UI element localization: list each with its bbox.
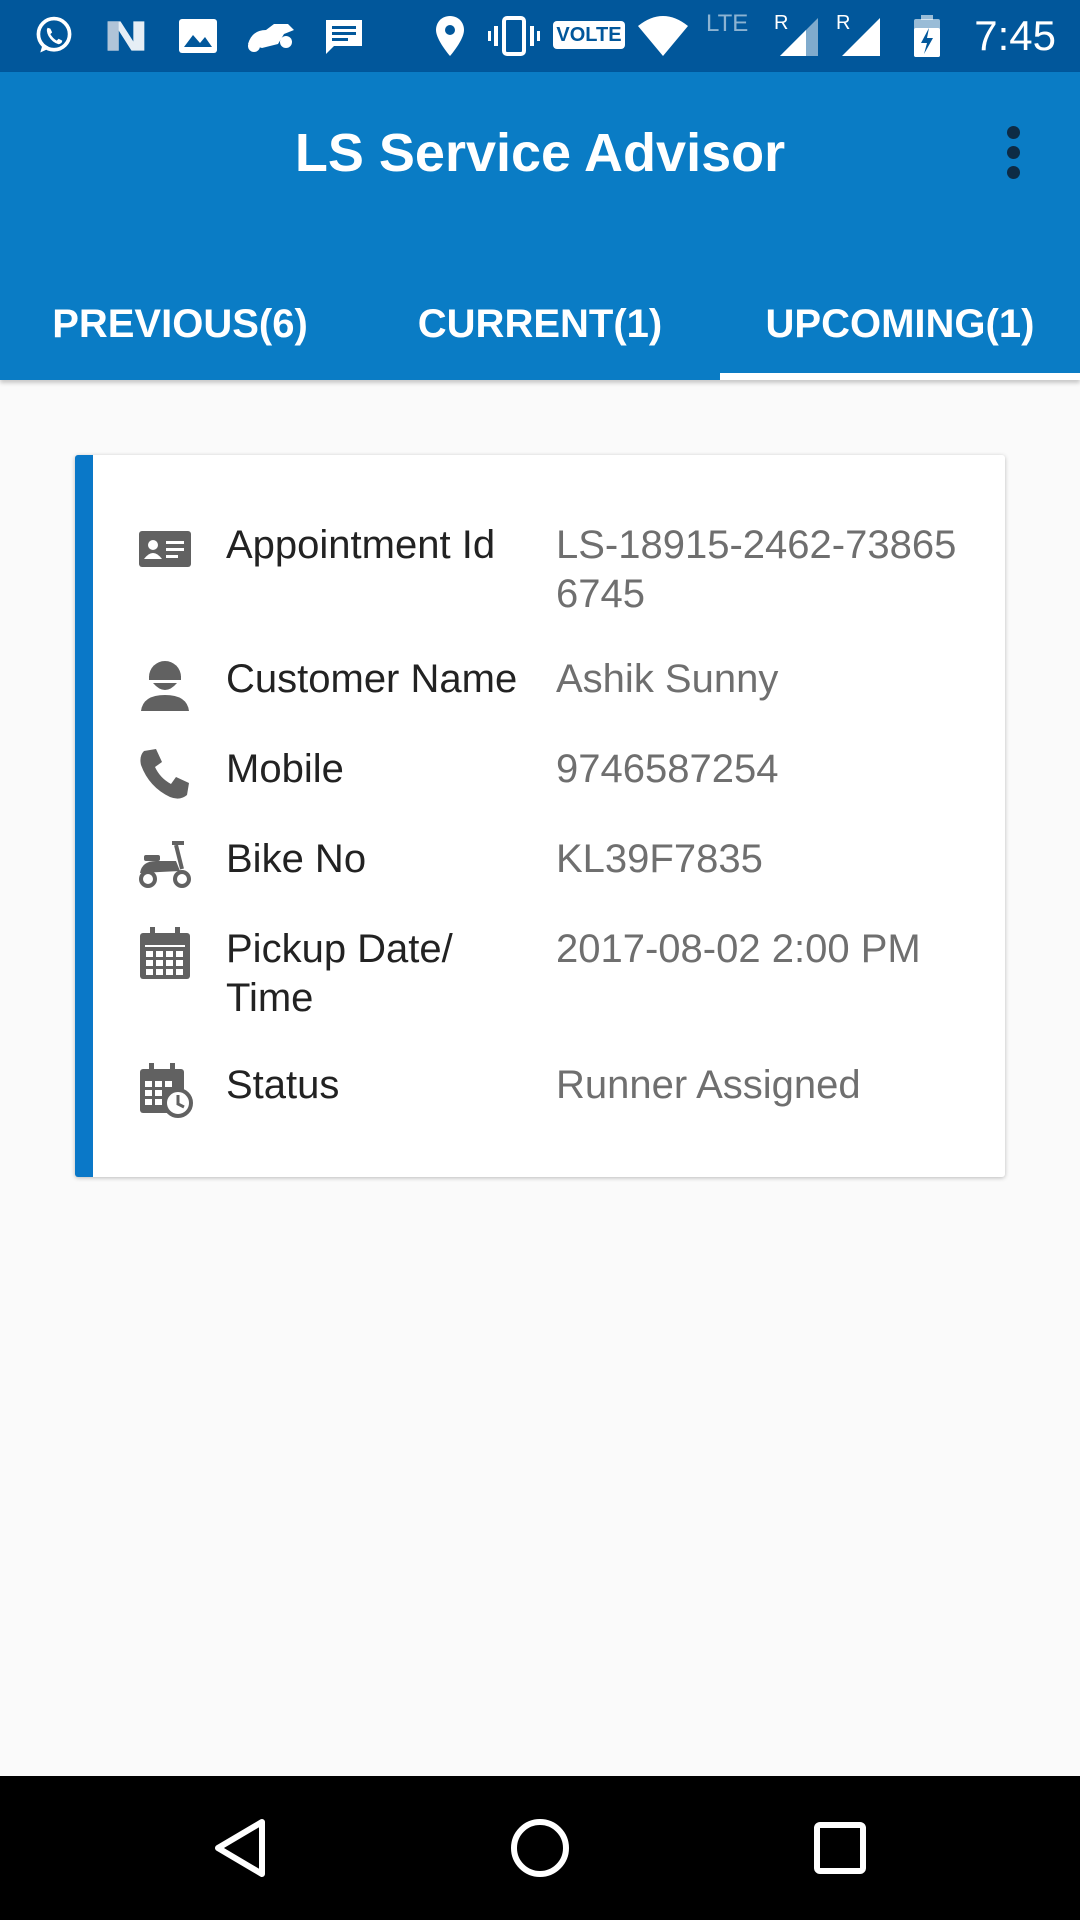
appointment-card[interactable]: Appointment Id LS-18915-2462-738656745 C… (75, 455, 1005, 1177)
wifi-icon (638, 16, 688, 56)
signal-icon (842, 18, 880, 56)
calendar-clock-icon (140, 1063, 193, 1118)
more-vert-icon[interactable] (990, 122, 1038, 182)
id-card-icon (139, 531, 191, 567)
calendar-icon (140, 927, 190, 979)
clock: 7:45 (974, 12, 1056, 59)
location-icon (436, 16, 464, 56)
tab-previous[interactable]: PREVIOUS(6) (0, 268, 360, 380)
tab-upcoming[interactable]: UPCOMING(1) (720, 268, 1080, 380)
home-icon[interactable] (490, 1798, 590, 1898)
volte-badge: VOLTE (553, 21, 625, 49)
mobile-label: Mobile (226, 747, 344, 791)
status-bar: VOLTE LTE R R 7:45 (0, 0, 1080, 72)
app-title: LS Service Advisor (294, 123, 786, 183)
bike-no-value: KL39F7835 (556, 837, 763, 881)
gallery-icon (179, 19, 217, 53)
scooter-icon (139, 841, 191, 888)
status-value: Runner Assigned (556, 1063, 861, 1107)
recents-icon[interactable] (790, 1798, 890, 1898)
navigation-bar (0, 1776, 1080, 1920)
whatsapp-icon (36, 16, 72, 53)
n-notification-icon (107, 21, 145, 51)
tab-bar: PREVIOUS(6) CURRENT(1) UPCOMING(1) (0, 268, 1080, 380)
vibrate-icon (488, 16, 540, 56)
phone-icon (140, 749, 189, 799)
pickup-datetime-label: Pickup Date/ Time (226, 927, 453, 1020)
app-bar: LS Service Advisor PREVIOUS(6) CURRENT(1… (0, 72, 1080, 380)
lte-label: LTE (706, 10, 749, 37)
signal-icon (780, 18, 818, 56)
bike-notification-icon (248, 24, 294, 52)
mobile-value[interactable]: 9746587254 (556, 745, 976, 794)
battery-charging-icon (914, 15, 940, 57)
person-icon (141, 661, 189, 711)
back-icon[interactable] (190, 1798, 290, 1898)
customer-name-value: Ashik Sunny (556, 657, 779, 701)
appointment-id-label: Appointment Id (226, 523, 496, 567)
message-icon (326, 20, 362, 54)
appointment-id-value: LS-18915-2462-738656745 (556, 523, 957, 616)
customer-name-label: Customer Name (226, 657, 518, 701)
status-label: Status (226, 1063, 340, 1107)
pickup-datetime-value: 2017-08-02 2:00 PM (556, 927, 921, 971)
bike-no-label: Bike No (226, 837, 367, 881)
tab-current[interactable]: CURRENT(1) (360, 268, 720, 380)
